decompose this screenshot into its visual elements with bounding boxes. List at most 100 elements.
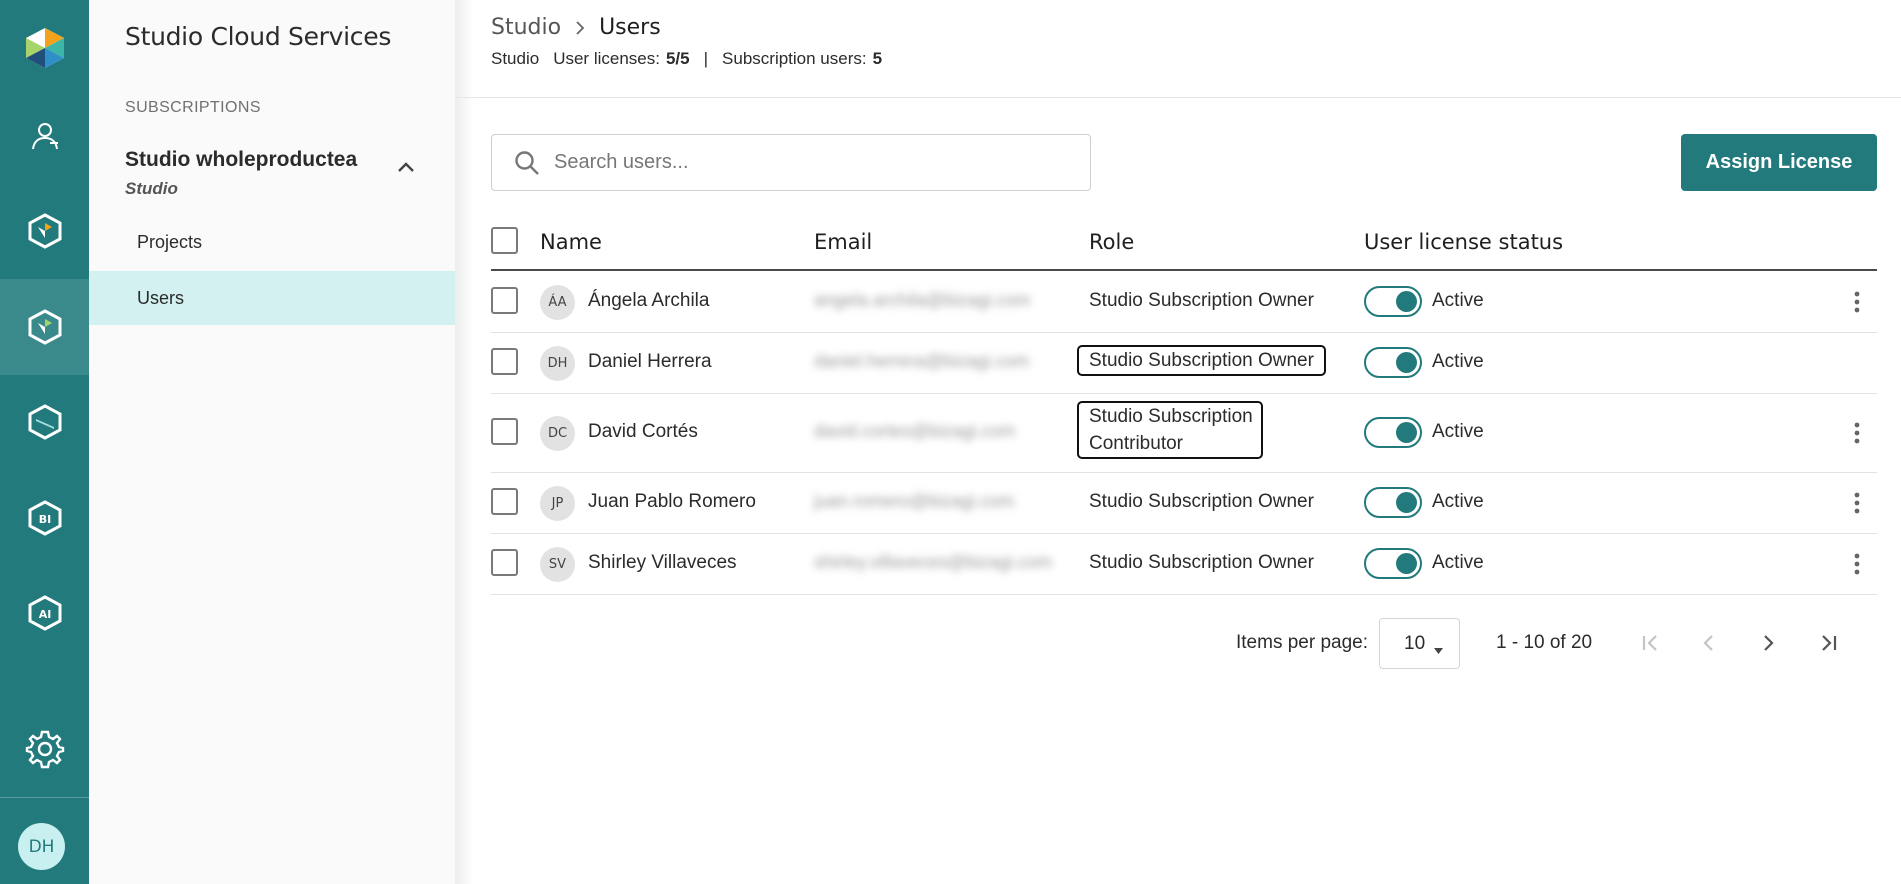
meta-subscription-users-value: 5 [872, 49, 883, 68]
toggle-knob [1396, 291, 1417, 312]
avatar: DC [540, 416, 575, 451]
user-role[interactable]: Studio Subscription Owner [1077, 345, 1326, 376]
chevron-up-icon[interactable] [397, 160, 415, 178]
svg-text:AI: AI [38, 608, 51, 621]
user-email: angela.archila@bizagi.com [814, 290, 1031, 310]
license-toggle[interactable] [1364, 286, 1422, 317]
caret-down-icon [1434, 638, 1443, 660]
previous-page-icon[interactable] [1694, 628, 1724, 658]
license-status: Active [1432, 290, 1484, 311]
search-input[interactable] [554, 151, 1034, 174]
avatar: ÁA [540, 285, 575, 320]
user-name: Juan Pablo Romero [588, 491, 756, 512]
gear-icon[interactable] [0, 701, 89, 797]
license-toggle[interactable] [1364, 548, 1422, 579]
row-checkbox[interactable] [491, 549, 518, 576]
ai-icon[interactable]: AI [0, 565, 89, 661]
nav-title: Studio Cloud Services [125, 22, 392, 51]
app-rail: BI AI DH [0, 0, 89, 884]
user-role[interactable]: Studio Subscription Contributor [1077, 401, 1263, 459]
column-license-status[interactable]: User license status [1364, 230, 1563, 254]
user-name: Daniel Herrera [588, 351, 712, 372]
user-name: David Cortés [588, 421, 698, 442]
cube-icon[interactable] [0, 374, 89, 470]
role-line: Studio Subscription Owner [1089, 350, 1314, 371]
first-page-icon[interactable] [1636, 628, 1666, 658]
license-summary: Studio User licenses: 5/5 | Subscription… [491, 49, 882, 69]
cloud-services-icon[interactable] [0, 279, 89, 375]
user-name: Ángela Archila [588, 290, 710, 311]
license-status: Active [1432, 552, 1484, 573]
more-vert-icon[interactable] [1847, 549, 1867, 579]
breadcrumb: Studio Users [491, 15, 661, 40]
user-role[interactable]: Studio Subscription Owner [1089, 549, 1314, 576]
more-vert-icon[interactable] [1847, 488, 1867, 518]
row-checkbox[interactable] [491, 418, 518, 445]
nav-item-users[interactable]: Users [89, 271, 455, 325]
page-range-label: 1 - 10 of 20 [1496, 632, 1593, 653]
breadcrumb-studio[interactable]: Studio [491, 15, 561, 40]
table-row: DC David Cortés david.cortes@bizagi.com … [491, 394, 1877, 473]
license-toggle[interactable] [1364, 347, 1422, 378]
user-email: juan.romero@bizagi.com [814, 491, 1015, 511]
page-size-value: 10 [1404, 632, 1426, 654]
avatar: JP [540, 486, 575, 521]
select-all-checkbox[interactable] [491, 227, 518, 254]
users-icon[interactable] [0, 88, 89, 184]
license-toggle[interactable] [1364, 417, 1422, 448]
user-role[interactable]: Studio Subscription Owner [1089, 287, 1314, 314]
user-email: daniel.herrera@bizagi.com [814, 351, 1030, 371]
last-page-icon[interactable] [1813, 628, 1843, 658]
subscription-type: Studio [125, 179, 178, 198]
user-role[interactable]: Studio Subscription Owner [1089, 488, 1314, 515]
toggle-knob [1396, 352, 1417, 373]
subscription-name[interactable]: Studio wholeproductea [125, 148, 357, 172]
table-header: Name Email Role User license status [491, 218, 1877, 271]
rail-divider [0, 797, 89, 798]
row-checkbox[interactable] [491, 348, 518, 375]
meta-licenses-label: User licenses: [553, 49, 660, 68]
svg-text:BI: BI [38, 513, 50, 526]
search-icon [514, 150, 540, 176]
row-checkbox[interactable] [491, 488, 518, 515]
assign-license-button[interactable]: Assign License [1681, 134, 1877, 191]
subscriptions-nav: Studio Cloud Services SUBSCRIPTIONS Stud… [89, 0, 473, 884]
toggle-knob [1396, 553, 1417, 574]
avatar: DH [540, 346, 575, 381]
next-page-icon[interactable] [1753, 628, 1783, 658]
license-status: Active [1432, 351, 1484, 372]
license-toggle[interactable] [1364, 487, 1422, 518]
column-email[interactable]: Email [814, 230, 872, 254]
toggle-knob [1396, 422, 1417, 443]
row-checkbox[interactable] [491, 287, 518, 314]
modeler-icon[interactable] [0, 183, 89, 279]
role-line: Studio Subscription Owner [1089, 290, 1314, 311]
avatar: SV [540, 547, 575, 582]
license-status: Active [1432, 421, 1484, 442]
role-line: Studio Subscription Owner [1089, 552, 1314, 573]
table-row: ÁA Ángela Archila angela.archila@bizagi.… [491, 272, 1877, 333]
nav-item-projects[interactable]: Projects [89, 215, 455, 269]
table-row: JP Juan Pablo Romero juan.romero@bizagi.… [491, 473, 1877, 534]
user-name: Shirley Villaveces [588, 552, 737, 573]
column-role[interactable]: Role [1089, 230, 1134, 254]
items-per-page-label: Items per page: [1236, 632, 1369, 653]
more-vert-icon[interactable] [1847, 418, 1867, 448]
page-header: Studio Users Studio User licenses: 5/5 |… [455, 0, 1901, 98]
breadcrumb-users: Users [599, 15, 661, 40]
table-row: SV Shirley Villaveces shirley.villaveces… [491, 534, 1877, 595]
more-vert-icon[interactable] [1847, 287, 1867, 317]
search-box [491, 134, 1091, 191]
column-name[interactable]: Name [540, 230, 602, 254]
user-email: david.cortes@bizagi.com [814, 421, 1016, 441]
role-line: Studio Subscription [1089, 406, 1253, 427]
license-status: Active [1432, 491, 1484, 512]
studio-logo-icon[interactable] [0, 0, 89, 96]
bi-icon[interactable]: BI [0, 470, 89, 566]
meta-separator: | [703, 49, 709, 68]
meta-licenses-value: 5/5 [665, 49, 690, 68]
page-size-select[interactable]: 10 [1379, 618, 1460, 669]
role-line: Contributor [1089, 433, 1183, 454]
user-avatar[interactable]: DH [18, 823, 65, 870]
meta-subscription-users-label: Subscription users: [722, 49, 867, 68]
